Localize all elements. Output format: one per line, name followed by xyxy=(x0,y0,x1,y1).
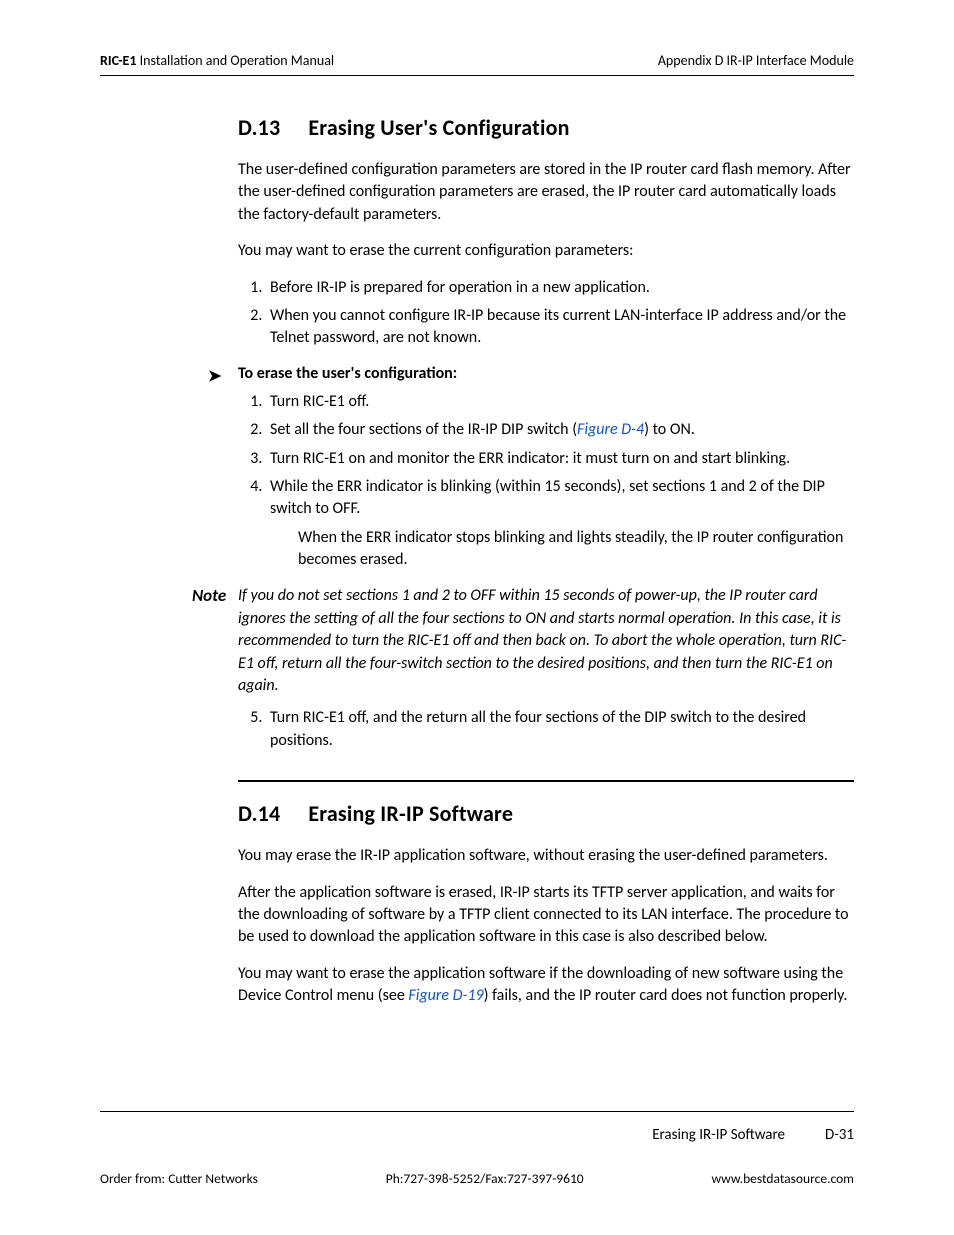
d14-paragraph-3: You may want to erase the application so… xyxy=(238,963,854,1008)
step-sub-text: When the ERR indicator stops blinking an… xyxy=(298,527,854,572)
page-footer: Erasing IR-IP Software D-31 Order from: … xyxy=(100,1111,854,1187)
footer-order: Order from: Cutter Networks xyxy=(100,1170,258,1187)
d14-paragraph-2: After the application software is erased… xyxy=(238,882,854,949)
step-text: ) to ON. xyxy=(644,420,695,439)
procedure-block: ➤ To erase the user's configuration: Tur… xyxy=(238,364,854,572)
page-number: D-31 xyxy=(825,1126,854,1144)
d13-paragraph-1: The user-defined configuration parameter… xyxy=(238,159,854,226)
note-body: If you do not set sections 1 and 2 to OF… xyxy=(238,585,854,697)
figure-d4-link[interactable]: Figure D-4 xyxy=(577,420,644,439)
running-title: Erasing IR-IP Software xyxy=(652,1126,785,1144)
page-content: D.13 Erasing User's Configuration The use… xyxy=(100,76,854,1008)
list-item: Set all the four sections of the IR-IP D… xyxy=(266,419,854,441)
procedure-steps-continued: Turn RIC-E1 off, and the return all the … xyxy=(238,707,854,752)
section-title-text: Erasing IR-IP Software xyxy=(308,800,513,827)
section-d13-heading: D.13 Erasing User's Configuration xyxy=(238,114,854,141)
note-block: Note If you do not set sections 1 and 2 … xyxy=(238,585,854,697)
footer-contact: Order from: Cutter Networks Ph:727-398-5… xyxy=(100,1170,854,1187)
list-item: When you cannot configure IR-IP because … xyxy=(266,305,854,350)
figure-d19-link[interactable]: Figure D-19 xyxy=(408,986,483,1005)
list-item: Turn RIC-E1 on and monitor the ERR indic… xyxy=(266,448,854,470)
list-item: Turn RIC-E1 off. xyxy=(266,391,854,413)
step-text: Set all the four sections of the IR-IP D… xyxy=(270,420,577,439)
note-label: Note xyxy=(100,585,220,606)
p3-text-b: ) fails, and the IP router card does not… xyxy=(484,986,848,1005)
section-title-text: Erasing User's Configuration xyxy=(308,114,569,141)
header-right: Appendix D IR-IP Interface Module xyxy=(658,52,854,69)
page-header: RIC-E1 Installation and Operation Manual… xyxy=(100,52,854,76)
procedure-steps: Turn RIC-E1 off. Set all the four sectio… xyxy=(238,391,854,572)
section-divider xyxy=(238,780,854,782)
d14-paragraph-1: You may erase the IR-IP application soft… xyxy=(238,845,854,867)
section-d14-heading: D.14 Erasing IR-IP Software xyxy=(238,800,854,827)
section-number: D.13 xyxy=(238,114,280,141)
footer-running: Erasing IR-IP Software D-31 xyxy=(100,1126,854,1144)
procedure-title: To erase the user's configuration: xyxy=(238,364,854,383)
footer-phone: Ph:727-398-5252/Fax:727-397-9610 xyxy=(386,1170,584,1187)
list-item: While the ERR indicator is blinking (wit… xyxy=(266,476,854,572)
list-item: Turn RIC-E1 off, and the return all the … xyxy=(266,707,854,752)
procedure-arrow-icon: ➤ xyxy=(208,366,221,386)
d13-paragraph-2: You may want to erase the current config… xyxy=(238,240,854,262)
list-item: Before IR-IP is prepared for operation i… xyxy=(266,277,854,299)
footer-divider xyxy=(100,1111,854,1112)
footer-url: www.bestdatasource.com xyxy=(711,1170,854,1187)
product-name: RIC-E1 xyxy=(100,52,136,69)
d13-reason-list: Before IR-IP is prepared for operation i… xyxy=(238,277,854,350)
page: RIC-E1 Installation and Operation Manual… xyxy=(0,0,954,1235)
header-left: RIC-E1 Installation and Operation Manual xyxy=(100,52,334,69)
manual-title: Installation and Operation Manual xyxy=(136,52,334,69)
step-text: While the ERR indicator is blinking (wit… xyxy=(270,477,825,518)
section-number: D.14 xyxy=(238,800,280,827)
